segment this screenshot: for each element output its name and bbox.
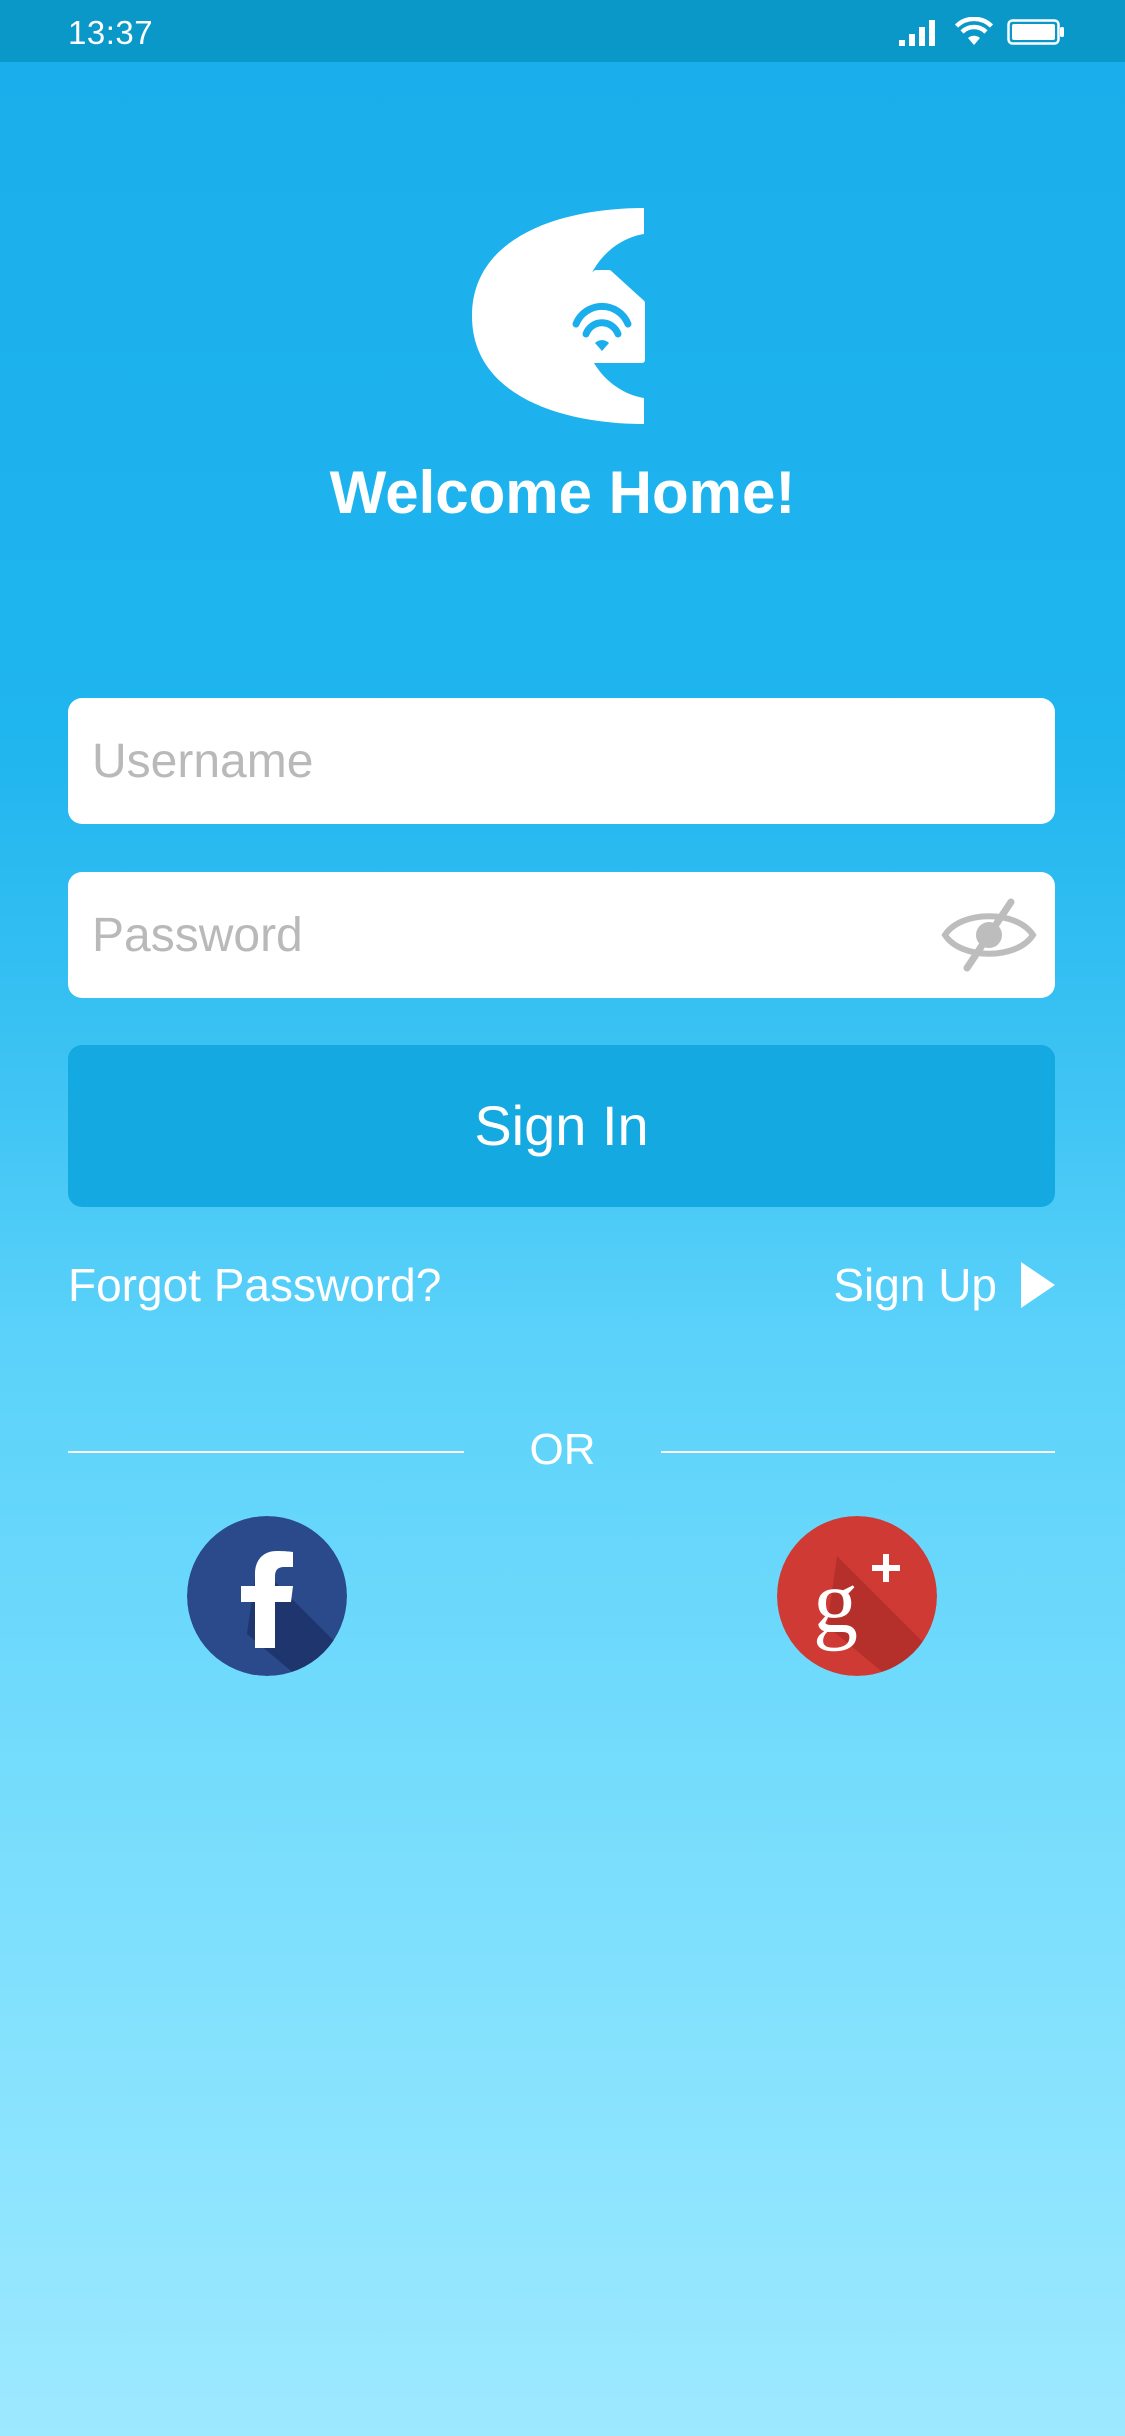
signal-icon — [899, 20, 935, 46]
password-input[interactable] — [92, 872, 942, 998]
eye-off-icon[interactable] — [941, 898, 1037, 972]
login-screen: 13:37 Welcome Home! Username Sign In For… — [0, 0, 1125, 2436]
sign-up-link[interactable]: Sign Up — [833, 1258, 1055, 1312]
svg-text:g: g — [813, 1553, 858, 1652]
smart-home-logo-icon — [472, 208, 645, 424]
welcome-title: Welcome Home! — [329, 459, 796, 526]
status-icons — [885, 17, 1065, 47]
password-field[interactable] — [68, 872, 1055, 998]
status-bar: 13:37 — [0, 0, 1125, 62]
wifi-icon — [955, 17, 993, 45]
play-arrow-icon — [1021, 1262, 1055, 1308]
battery-icon — [1007, 19, 1064, 45]
or-label: OR — [529, 1425, 596, 1474]
facebook-login-button[interactable] — [187, 1516, 347, 1676]
username-input[interactable] — [92, 698, 942, 824]
status-time: 13:37 — [68, 14, 154, 51]
sign-up-label: Sign Up — [833, 1259, 997, 1311]
sign-in-button[interactable]: Sign In — [68, 1045, 1055, 1207]
divider-right — [661, 1451, 1055, 1453]
auth-links: Forgot Password? Sign Up — [68, 1258, 1055, 1318]
google-login-button[interactable]: g — [777, 1516, 937, 1676]
forgot-password-link[interactable]: Forgot Password? — [68, 1258, 441, 1312]
username-field[interactable] — [68, 698, 1055, 824]
google-plus-icon: g — [777, 1516, 937, 1676]
facebook-icon — [187, 1516, 347, 1676]
